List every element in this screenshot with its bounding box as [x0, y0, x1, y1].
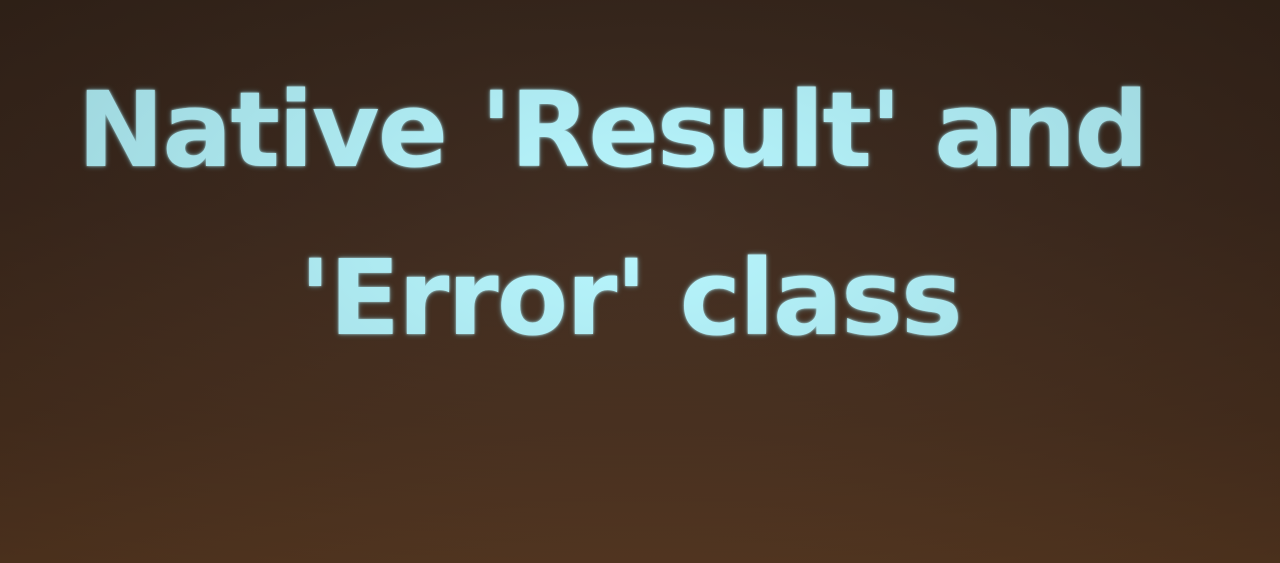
slide-title-line-1: Native 'Result' and [77, 69, 1149, 191]
slide: Native 'Result' and 'Error' class [0, 0, 1280, 563]
slide-title-line-2: 'Error' class [299, 237, 963, 359]
